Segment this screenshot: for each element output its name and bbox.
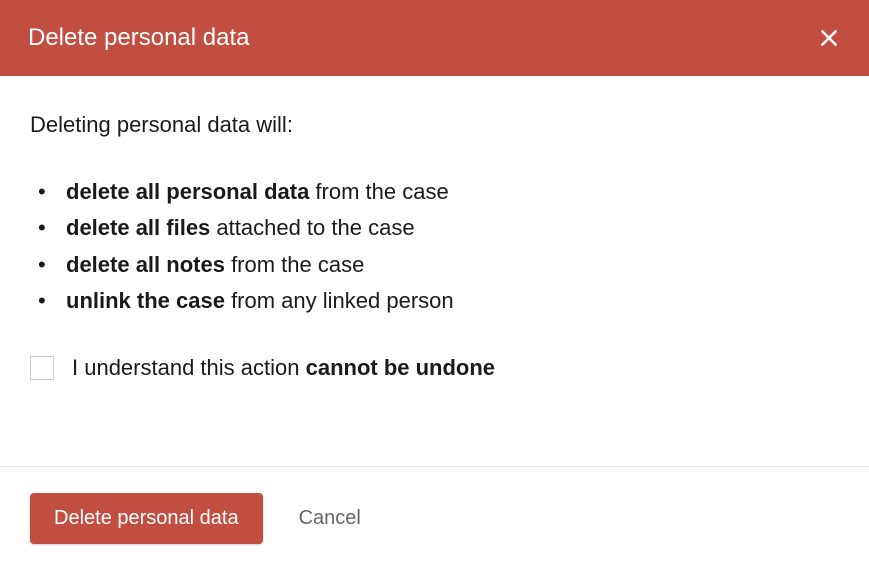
- list-item: delete all personal data from the case: [30, 174, 839, 210]
- close-button[interactable]: [817, 26, 841, 50]
- confirm-bold: cannot be undone: [306, 355, 495, 380]
- delete-button[interactable]: Delete personal data: [30, 493, 263, 544]
- list-item-bold: delete all personal data: [66, 179, 309, 204]
- close-icon: [819, 28, 839, 48]
- delete-personal-data-modal: Delete personal data Deleting personal d…: [0, 0, 869, 570]
- list-item-rest: from the case: [309, 179, 448, 204]
- modal-footer: Delete personal data Cancel: [0, 466, 869, 570]
- modal-header: Delete personal data: [0, 0, 869, 76]
- confirm-prefix: I understand this action: [72, 355, 306, 380]
- modal-title: Delete personal data: [28, 24, 249, 52]
- modal-body: Deleting personal data will: delete all …: [0, 76, 869, 466]
- confirm-checkbox[interactable]: [30, 356, 54, 380]
- list-item-rest: attached to the case: [210, 215, 414, 240]
- list-item-bold: delete all notes: [66, 252, 225, 277]
- cancel-button[interactable]: Cancel: [291, 493, 369, 544]
- list-item: unlink the case from any linked person: [30, 283, 839, 319]
- confirm-label[interactable]: I understand this action cannot be undon…: [72, 355, 495, 381]
- confirm-row: I understand this action cannot be undon…: [30, 355, 839, 381]
- list-item: delete all notes from the case: [30, 247, 839, 283]
- intro-text: Deleting personal data will:: [30, 112, 839, 138]
- list-item-rest: from the case: [225, 252, 364, 277]
- list-item-bold: delete all files: [66, 215, 210, 240]
- list-item-bold: unlink the case: [66, 288, 225, 313]
- list-item-rest: from any linked person: [225, 288, 454, 313]
- consequences-list: delete all personal data from the case d…: [30, 174, 839, 319]
- list-item: delete all files attached to the case: [30, 210, 839, 246]
